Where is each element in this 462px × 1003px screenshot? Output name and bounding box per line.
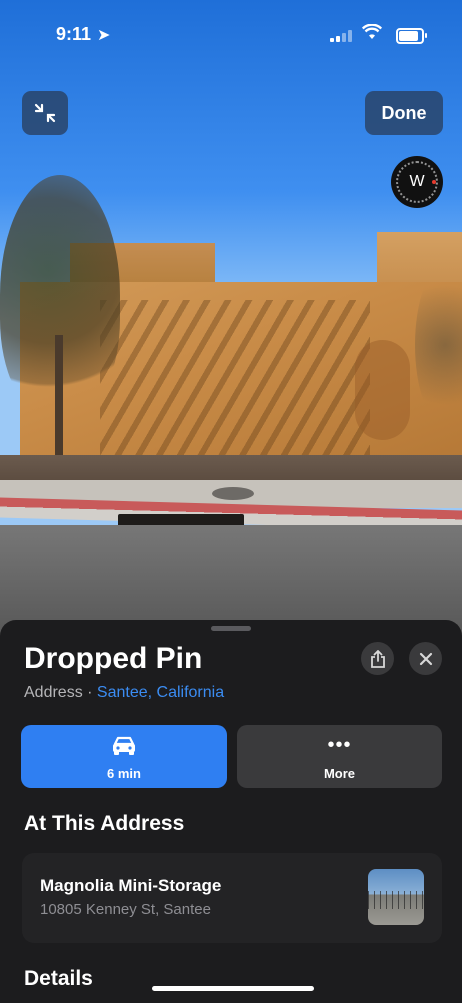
more-button[interactable]: ••• More — [237, 725, 442, 788]
directions-label: 6 min — [107, 766, 141, 781]
car-icon — [21, 735, 227, 757]
more-label: More — [323, 766, 356, 781]
details-heading: Details — [24, 967, 93, 990]
location-arrow-icon: ➤ — [97, 27, 111, 44]
business-address: 10805 Kenney St, Santee — [40, 901, 211, 918]
location-link[interactable]: Santee, California — [97, 684, 224, 701]
place-sheet[interactable]: Dropped Pin Address · Santee, California… — [0, 620, 462, 1003]
sheet-grabber[interactable] — [211, 626, 251, 631]
place-subtitle: Address · Santee, California — [24, 684, 224, 702]
thumbnail-fence — [368, 891, 424, 909]
close-button[interactable] — [409, 642, 442, 675]
business-thumbnail[interactable] — [368, 869, 424, 925]
compass-needle — [432, 180, 436, 184]
address-prefix: Address · — [24, 684, 97, 701]
compass-icon[interactable]: W — [391, 156, 443, 208]
tree-shadow — [100, 300, 370, 465]
done-button[interactable]: Done — [365, 91, 443, 135]
share-button[interactable] — [361, 642, 394, 675]
collapse-button[interactable] — [22, 91, 68, 135]
wifi-icon — [361, 23, 383, 45]
status-time: 9:11 — [56, 24, 92, 44]
business-card[interactable]: Magnolia Mini-Storage 10805 Kenney St, S… — [22, 853, 442, 943]
directions-button[interactable]: 6 min — [21, 725, 227, 788]
tree-trunk — [55, 335, 63, 455]
at-this-address-heading: At This Address — [24, 812, 185, 835]
cellular-signal-icon — [330, 30, 352, 42]
close-icon — [419, 652, 432, 665]
home-indicator[interactable] — [152, 986, 314, 991]
compass-heading: W — [409, 173, 425, 190]
business-name: Magnolia Mini-Storage — [40, 876, 222, 895]
ellipsis-icon: ••• — [327, 734, 352, 756]
tree-left — [0, 175, 120, 460]
share-icon — [370, 649, 385, 668]
battery-icon — [396, 28, 427, 44]
place-title: Dropped Pin — [24, 642, 203, 675]
wall-stain — [355, 340, 410, 440]
status-bar: 9:11 ➤ — [0, 23, 462, 48]
collapse-icon — [34, 103, 56, 123]
manhole-cover — [212, 487, 254, 500]
